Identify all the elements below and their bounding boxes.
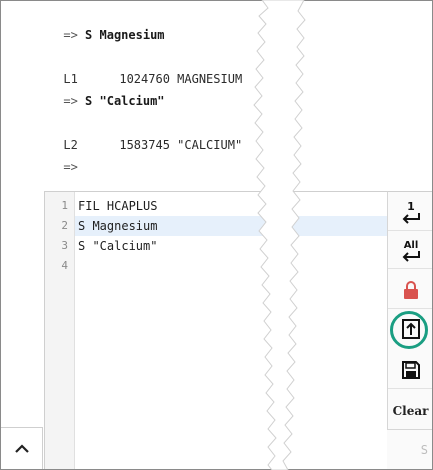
enter-line-button[interactable]: 1	[388, 194, 432, 231]
terminal-window: => S Magnesium L1 1024760 MAGNESIUM => S …	[0, 0, 433, 470]
save-icon	[401, 361, 420, 379]
chevron-up-icon	[14, 444, 29, 453]
prompt-arrow: =>	[63, 28, 78, 42]
code-line[interactable]	[75, 256, 78, 276]
footer-partial-text: S	[420, 442, 428, 457]
history-result: 1583745 "CALCIUM"	[119, 138, 243, 152]
line-number: 3	[61, 239, 68, 252]
footer-strip: S	[387, 429, 432, 469]
line-number: 2	[61, 219, 68, 232]
clear-button-label: Clear	[392, 404, 429, 418]
history-command: S Magnesium	[85, 28, 165, 42]
enter-line-icon: 1	[402, 200, 420, 224]
command-editor[interactable]: 1 2 3 4 FIL HCAPLUS S Magnesium S "Calci…	[44, 191, 432, 469]
prompt-arrow: =>	[63, 160, 78, 174]
lock-icon	[403, 281, 418, 299]
lock-button[interactable]	[388, 272, 432, 309]
history-command: S "Calcium"	[85, 94, 165, 108]
line-number-gutter: 1 2 3 4	[45, 192, 75, 469]
code-line[interactable]: FIL HCAPLUS	[75, 196, 157, 216]
highlight-ring	[390, 311, 428, 349]
enter-line-glyph: 1	[407, 200, 415, 213]
clear-button[interactable]: Clear	[388, 392, 432, 431]
enter-all-icon: All	[402, 240, 420, 262]
collapse-button[interactable]	[1, 427, 43, 469]
code-line[interactable]: S Magnesium	[75, 216, 157, 236]
code-line[interactable]: S "Calcium"	[75, 236, 157, 256]
line-number: 4	[61, 259, 68, 272]
enter-all-glyph: All	[403, 240, 418, 251]
history-line: => S "Calcium"	[20, 77, 165, 125]
enter-all-button[interactable]: All	[388, 232, 432, 269]
history-line: =>	[20, 143, 78, 191]
line-number: 1	[61, 199, 68, 212]
history-line: => S Magnesium	[20, 11, 165, 59]
save-button[interactable]	[388, 352, 432, 389]
prompt-arrow: =>	[63, 94, 78, 108]
